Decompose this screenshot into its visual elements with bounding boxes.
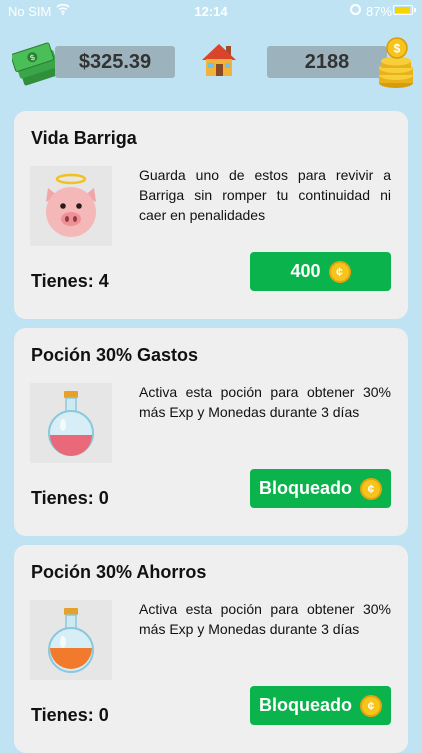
- angel-pig-icon: [46, 173, 96, 237]
- item-card-pocion-gastos: Poción 30% Gastos Activa esta poción par…: [14, 328, 408, 536]
- item-title: Vida Barriga: [31, 128, 137, 148]
- item-thumbnail: [30, 383, 112, 463]
- locked-button[interactable]: Bloqueado ¢: [250, 686, 391, 725]
- coin-stack-icon: $: [379, 37, 413, 88]
- locked-label: Bloqueado: [259, 695, 352, 715]
- coin-balance: 2188: [267, 46, 387, 78]
- item-owned-count: Tienes: 0: [31, 705, 109, 725]
- item-thumbnail: [30, 166, 112, 246]
- orange-potion-icon: [48, 608, 94, 673]
- red-potion-icon: [48, 391, 94, 456]
- item-thumbnail: [30, 600, 112, 680]
- item-owned-count: Tienes: 4: [31, 271, 109, 291]
- item-description: Guarda uno de estos para revivir a Barri…: [139, 167, 391, 223]
- money-balance: $325.39: [55, 46, 175, 78]
- locked-label: Bloqueado: [259, 478, 352, 498]
- item-card-vida-barriga: Vida Barriga Guarda uno de estos para re…: [14, 111, 408, 319]
- item-card-pocion-ahorros: Poción 30% Ahorros Activa esta poción pa…: [14, 545, 408, 753]
- coin-icon: ¢: [328, 260, 351, 283]
- status-bar: No SIM 12:14 87%: [0, 0, 422, 22]
- coin-icon: ¢: [360, 477, 382, 500]
- locked-button[interactable]: Bloqueado ¢: [250, 469, 391, 508]
- item-description: Activa esta poción para obtener 30% más …: [139, 384, 391, 420]
- item-title: Poción 30% Ahorros: [31, 562, 207, 582]
- item-owned-count: Tienes: 0: [31, 488, 109, 508]
- coin-icon: ¢: [360, 694, 382, 717]
- battery-percent: 87%: [366, 4, 393, 19]
- buy-button[interactable]: 400 ¢: [250, 252, 391, 291]
- item-title: Poción 30% Gastos: [31, 345, 199, 365]
- home-icon[interactable]: [200, 42, 238, 78]
- svg-text:$: $: [394, 42, 401, 56]
- item-description: Activa esta poción para obtener 30% más …: [139, 601, 391, 637]
- battery-icon: [393, 5, 416, 15]
- buy-price: 400: [290, 261, 321, 281]
- alarm-icon: [350, 4, 361, 15]
